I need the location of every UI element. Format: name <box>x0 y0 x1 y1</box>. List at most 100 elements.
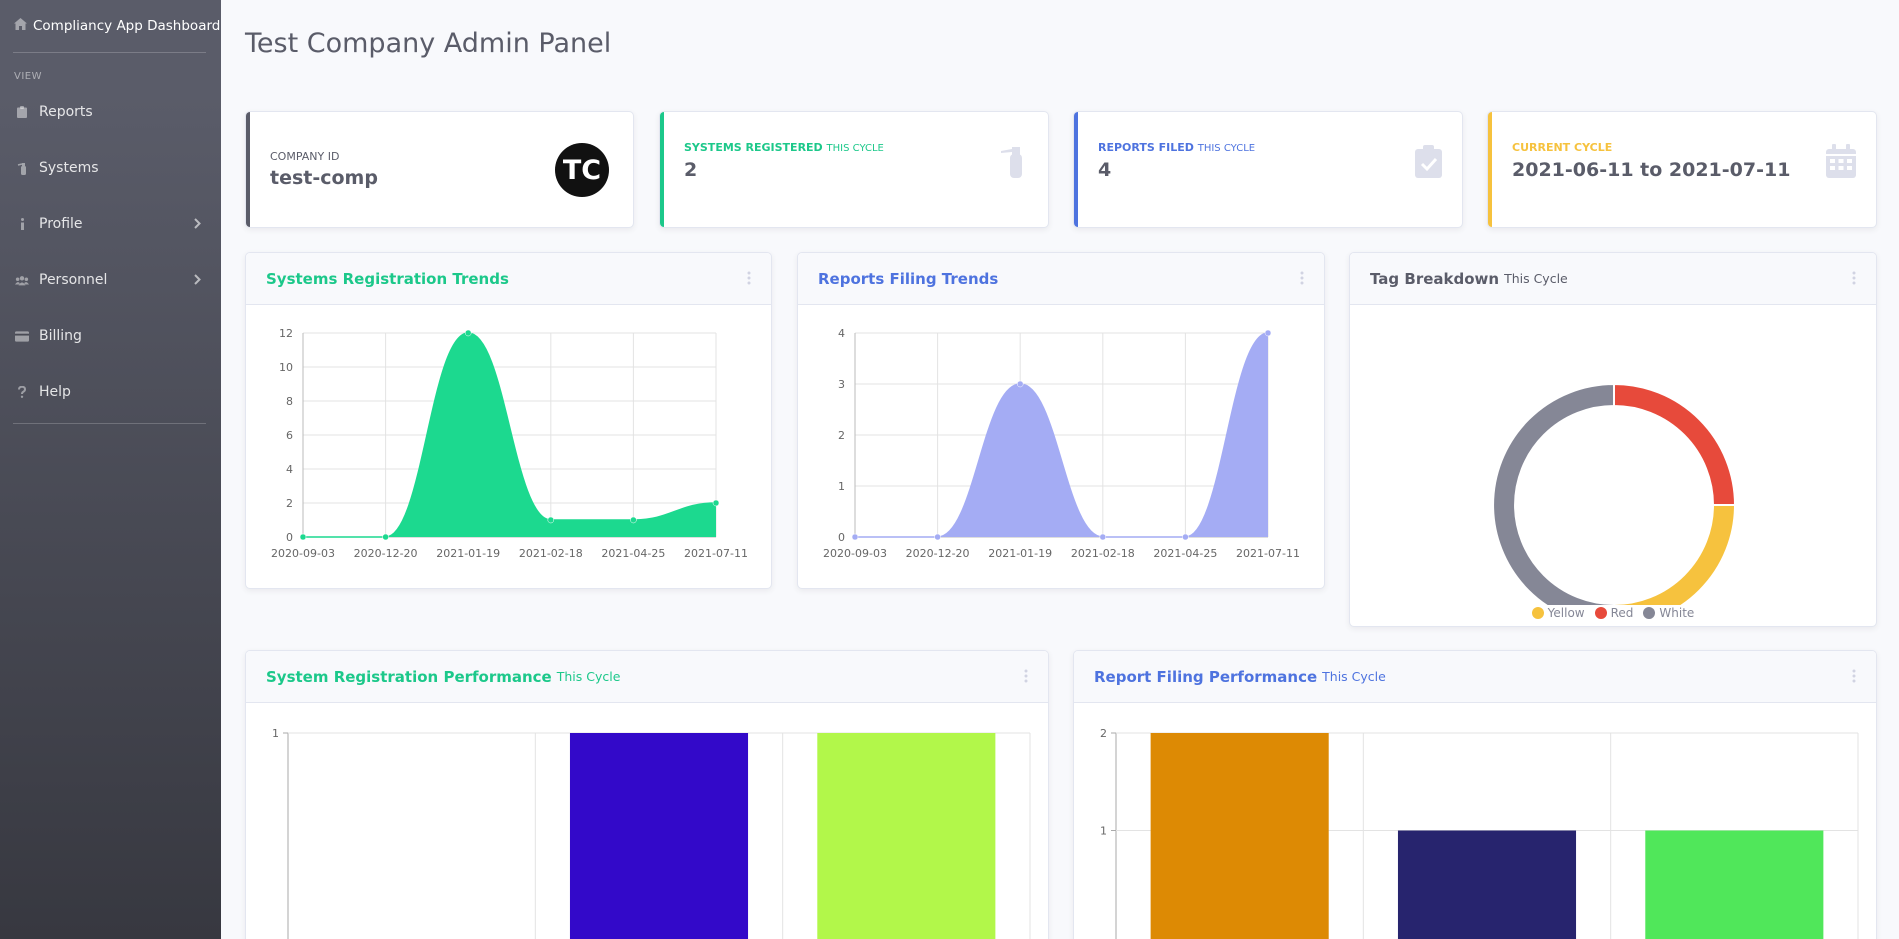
x-tick-label: 2021-04-25 <box>1153 547 1217 560</box>
sidebar-item-reports[interactable]: Reports <box>0 84 221 140</box>
card-subtitle: This Cycle <box>1322 669 1386 684</box>
sidebar-divider <box>13 423 206 424</box>
fire-extinguisher-icon <box>15 162 29 175</box>
stat-accent-bar <box>660 112 664 227</box>
y-tick-label: 1 <box>1100 825 1107 838</box>
x-tick-label: 2020-12-20 <box>906 547 970 560</box>
card-system-registration-performance: System Registration Performance This Cyc… <box>245 650 1049 939</box>
sidebar-item-label: Help <box>39 384 71 400</box>
sidebar-item-label: Billing <box>39 328 82 344</box>
stat-label: REPORTS FILED THIS CYCLE <box>1098 141 1256 154</box>
stat-card-current-cycle: CURRENT CYCLE 2021-06-11 to 2021-07-11 <box>1487 111 1877 228</box>
sidebar-item-systems[interactable]: Systems <box>0 140 221 196</box>
tag-breakdown-chart <box>1492 382 1737 626</box>
y-tick-label: 2 <box>838 429 845 442</box>
stat-label: CURRENT CYCLE <box>1512 141 1613 154</box>
card-title: Tag Breakdown <box>1370 269 1500 288</box>
legend-item[interactable]: White <box>1643 606 1694 620</box>
y-tick-label: 8 <box>286 395 293 408</box>
card-tag-breakdown: Tag Breakdown This Cycle Yellow Red White <box>1349 252 1877 627</box>
legend-item[interactable]: Red <box>1594 606 1634 620</box>
users-icon <box>15 275 29 286</box>
sidebar-heading: VIEW <box>14 71 42 82</box>
stat-accent-bar <box>1488 112 1492 227</box>
stat-label: SYSTEMS REGISTERED THIS CYCLE <box>684 141 884 154</box>
more-options-icon[interactable] <box>1024 669 1028 687</box>
x-tick-label: 2021-02-18 <box>1071 547 1135 560</box>
question-icon <box>15 386 29 398</box>
sidebar-item-label: Reports <box>39 104 93 120</box>
legend-item[interactable]: Yellow <box>1531 606 1585 620</box>
x-tick-label: 2021-07-11 <box>684 547 748 560</box>
more-options-icon[interactable] <box>1852 669 1856 687</box>
data-point <box>934 533 941 541</box>
stat-value: 2 <box>684 159 698 181</box>
legend-label: White <box>1659 606 1695 620</box>
data-point <box>1099 533 1107 541</box>
data-point <box>547 516 555 524</box>
data-point <box>1264 329 1272 337</box>
system-performance-chart: 1 <box>272 727 1031 939</box>
y-tick-label: 4 <box>286 463 293 476</box>
y-tick-label: 0 <box>838 531 845 544</box>
fire-extinguisher-icon <box>998 144 1028 182</box>
systems-trend-chart: 0 2 4 6 8 10 12 2020-09-03 2020-12-20 2021-01-19 2… <box>271 327 748 560</box>
y-tick-label: 12 <box>279 327 293 340</box>
x-tick-label: 2020-12-20 <box>354 547 418 560</box>
sidebar-item-help[interactable]: Help <box>0 364 221 420</box>
data-point <box>464 329 472 337</box>
chart-legend: Yellow Red White <box>1350 606 1876 620</box>
legend-swatch <box>1531 607 1544 619</box>
more-options-icon[interactable] <box>747 271 751 289</box>
sidebar-item-profile[interactable]: Profile <box>0 196 221 252</box>
card-title: Systems Registration Trends <box>266 269 509 288</box>
stat-accent-bar <box>1074 112 1078 227</box>
data-point <box>712 499 720 507</box>
legend-swatch <box>1594 607 1607 619</box>
stat-card-systems-registered: SYSTEMS REGISTERED THIS CYCLE 2 <box>659 111 1049 228</box>
sidebar: Compliancy App Dashboard VIEW Reports Sy… <box>0 0 221 939</box>
company-logo-text: TC <box>563 155 601 186</box>
sidebar-item-personnel[interactable]: Personnel <box>0 252 221 308</box>
stat-value: 2021-06-11 to 2021-07-11 <box>1512 159 1791 181</box>
pie-slice-yellow <box>1613 504 1737 626</box>
report-performance-chart: 12 <box>1100 727 1859 939</box>
brand-link[interactable]: Compliancy App Dashboard <box>0 0 221 52</box>
info-icon <box>15 218 29 230</box>
data-point <box>1182 533 1189 541</box>
data-point <box>382 533 389 541</box>
legend-label: Yellow <box>1547 606 1585 620</box>
legend-swatch <box>1643 607 1656 619</box>
brand-text: Compliancy App Dashboard <box>33 18 221 34</box>
pie-slice-red <box>1613 382 1737 506</box>
card-title: Reports Filing Trends <box>818 269 999 288</box>
card-systems-registration-trends: Systems Registration Trends 0 2 4 6 8 10 12 202… <box>245 252 772 589</box>
card-subtitle: This Cycle <box>1504 271 1568 286</box>
legend-label: Red <box>1610 606 1634 620</box>
x-tick-label: 2020-09-03 <box>271 547 335 560</box>
y-tick-label: 1 <box>838 480 845 493</box>
card-title: Report Filing Performance <box>1094 667 1318 686</box>
calendar-icon <box>1826 144 1856 182</box>
card-reports-filing-trends: Reports Filing Trends 0 1 2 3 4 2020-09-03 202… <box>797 252 1325 589</box>
clipboard-check-icon <box>1415 144 1442 182</box>
y-tick-label: 6 <box>286 429 293 442</box>
chevron-right-icon <box>194 217 201 233</box>
credit-card-icon <box>15 330 29 342</box>
x-tick-label: 2021-02-18 <box>519 547 583 560</box>
y-tick-label: 1 <box>272 727 279 740</box>
card-subtitle: This Cycle <box>556 669 621 684</box>
card-title: System Registration Performance <box>266 667 552 686</box>
y-tick-label: 0 <box>286 531 293 544</box>
page-title: Test Company Admin Panel <box>245 28 612 59</box>
more-options-icon[interactable] <box>1852 271 1856 289</box>
company-logo-icon: TC <box>555 143 609 201</box>
more-options-icon[interactable] <box>1300 271 1304 289</box>
stat-value: 4 <box>1098 159 1112 181</box>
x-tick-label: 2021-04-25 <box>601 547 665 560</box>
card-header: System Registration Performance This Cyc… <box>246 651 1048 703</box>
y-tick-label: 10 <box>279 361 293 374</box>
sidebar-item-billing[interactable]: Billing <box>0 308 221 364</box>
stat-accent-bar <box>246 112 250 227</box>
y-tick-label: 2 <box>286 497 293 510</box>
